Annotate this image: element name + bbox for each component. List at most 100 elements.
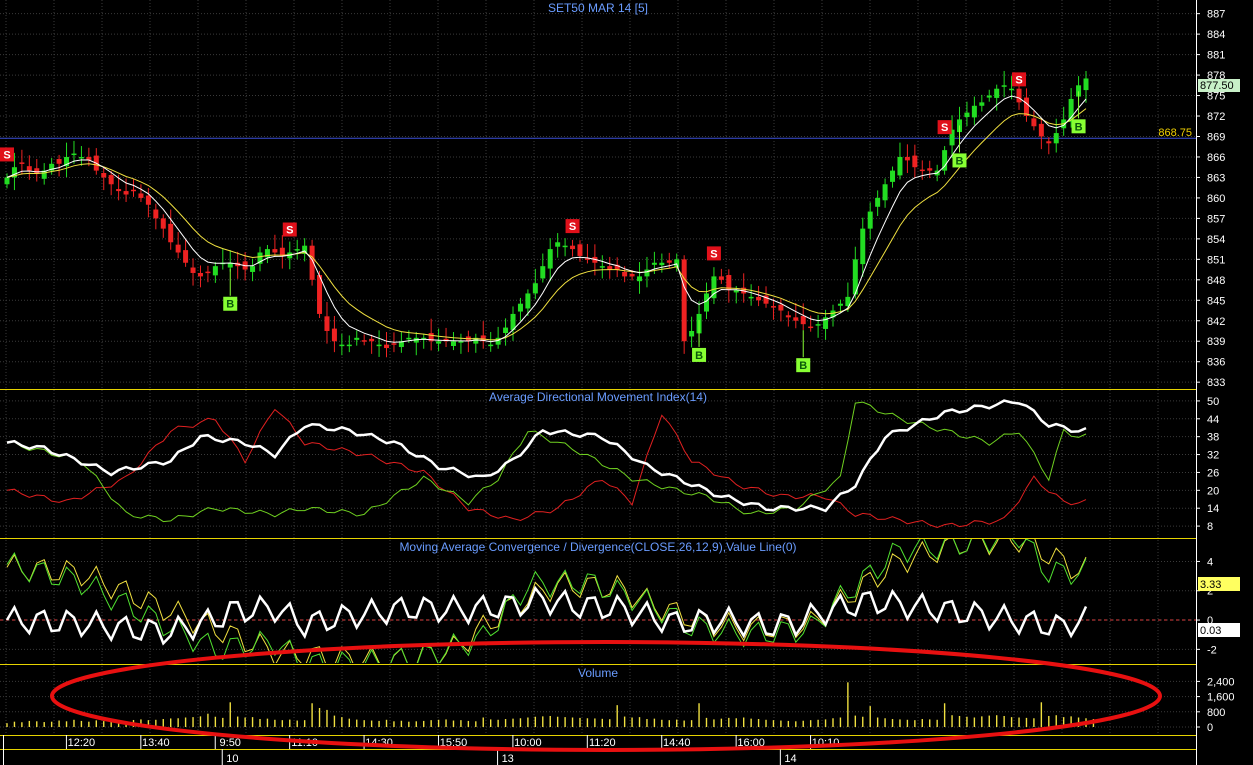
candle-body — [971, 105, 977, 118]
buy-signal-label: B — [1075, 121, 1083, 133]
stock-chart: SET50 MAR 14 [5] 868.75 S B S S S B B S B S B 887 8… — [0, 0, 1253, 765]
candle-body — [436, 341, 442, 344]
candle-body — [78, 156, 84, 159]
price-tick-label: 884 — [1207, 29, 1225, 41]
candle-body — [1016, 88, 1022, 103]
candle-body — [354, 337, 360, 340]
time-tick-label: 13:40 — [142, 737, 170, 749]
candle-body — [622, 271, 628, 277]
price-tick-label: 854 — [1207, 234, 1225, 246]
candle-body — [607, 266, 613, 270]
candle-body — [577, 244, 583, 256]
candle-body — [890, 170, 896, 182]
time-tick-label: 12:20 — [68, 737, 96, 749]
date-tick-label: 14 — [784, 753, 796, 765]
price-tick-label: 881 — [1207, 50, 1225, 62]
macd-panel-title: Moving Average Convergence / Divergence(… — [399, 540, 796, 554]
candle-body — [867, 211, 873, 229]
candle-body — [659, 262, 665, 266]
candle-body — [808, 326, 814, 329]
price-tick-label: 848 — [1207, 275, 1225, 287]
volume-tick-label: 2,400 — [1207, 676, 1235, 688]
price-tick-label: 836 — [1207, 357, 1225, 369]
candle-body — [540, 266, 546, 279]
candle-body — [800, 315, 806, 325]
candle-body — [1083, 78, 1089, 91]
volume-tick-label: 1,600 — [1207, 692, 1235, 704]
reference-line-label: 868.75 — [1158, 127, 1192, 139]
candle-body — [770, 306, 776, 308]
candle-body — [131, 189, 137, 192]
candle-body — [145, 195, 151, 205]
sell-signal-label: S — [286, 225, 293, 237]
adx-tick-label: 44 — [1207, 414, 1219, 426]
adx-panel-title: Average Directional Movement Index(14) — [489, 390, 707, 404]
candle-body — [19, 162, 25, 164]
candle-body — [108, 175, 114, 185]
time-tick-label: 10:00 — [514, 737, 542, 749]
volume-tick-label: 0 — [1207, 722, 1213, 734]
price-tick-label: 866 — [1207, 152, 1225, 164]
candle-body — [190, 267, 196, 273]
volume-tick-label: 800 — [1207, 707, 1225, 719]
candle-body — [666, 260, 672, 263]
candle-body — [369, 338, 375, 342]
price-tick-label: 851 — [1207, 254, 1225, 266]
macd-value-label: 3.33 — [1200, 579, 1221, 591]
adx-tick-label: 14 — [1207, 503, 1219, 515]
price-tick-label: 872 — [1207, 111, 1225, 123]
price-tick-label: 842 — [1207, 316, 1225, 328]
price-panel-title: SET50 MAR 14 [5] — [548, 1, 648, 15]
candle-body — [1009, 88, 1015, 91]
candle-body — [748, 296, 754, 299]
adx-tick-label: 32 — [1207, 450, 1219, 462]
candle-body — [681, 259, 687, 342]
candle-body — [927, 168, 933, 171]
candle-body — [101, 173, 107, 178]
macd-zero-label: 0.03 — [1200, 625, 1221, 637]
candle-body — [123, 191, 129, 195]
candle-body — [406, 337, 412, 340]
candle-body — [525, 293, 531, 309]
candle-body — [555, 242, 561, 247]
candle-body — [651, 262, 657, 265]
candle-body — [532, 283, 538, 294]
candle-body — [1031, 118, 1037, 127]
candle-body — [882, 184, 888, 201]
candle-body — [562, 245, 568, 248]
candle-body — [912, 155, 918, 168]
candle-body — [384, 344, 390, 349]
volume-panel-title: Volume — [578, 666, 618, 680]
candle-body — [756, 296, 762, 301]
adx-tick-label: 38 — [1207, 432, 1219, 444]
candle-body — [56, 159, 62, 164]
candle-body — [986, 95, 992, 98]
buy-signal-label: B — [226, 299, 234, 311]
candle-body — [778, 304, 784, 311]
candle-body — [964, 112, 970, 118]
candle-body — [272, 249, 278, 253]
candle-body — [629, 274, 635, 277]
sell-signal-label: S — [710, 248, 717, 260]
price-tick-label: 839 — [1207, 336, 1225, 348]
candle-body — [994, 88, 1000, 98]
buy-signal-label: B — [956, 155, 964, 167]
sell-signal-label: S — [1015, 74, 1022, 86]
candle-body — [212, 266, 218, 276]
candle-body — [324, 316, 330, 331]
candle-body — [138, 193, 144, 198]
candle-body — [517, 303, 523, 312]
candle-body — [391, 343, 397, 345]
candle-body — [1038, 123, 1044, 137]
candle-body — [160, 218, 166, 229]
candle-body — [503, 327, 509, 334]
last-price-label: 877.50 — [1200, 80, 1234, 92]
time-tick-label: 11:20 — [589, 737, 616, 749]
adx-tick-label: 50 — [1207, 396, 1219, 408]
candle-body — [205, 271, 211, 274]
candle-body — [599, 266, 605, 268]
candle-body — [250, 266, 256, 272]
candle-body — [26, 166, 32, 171]
candle-body — [116, 189, 122, 192]
candle-body — [4, 177, 10, 185]
